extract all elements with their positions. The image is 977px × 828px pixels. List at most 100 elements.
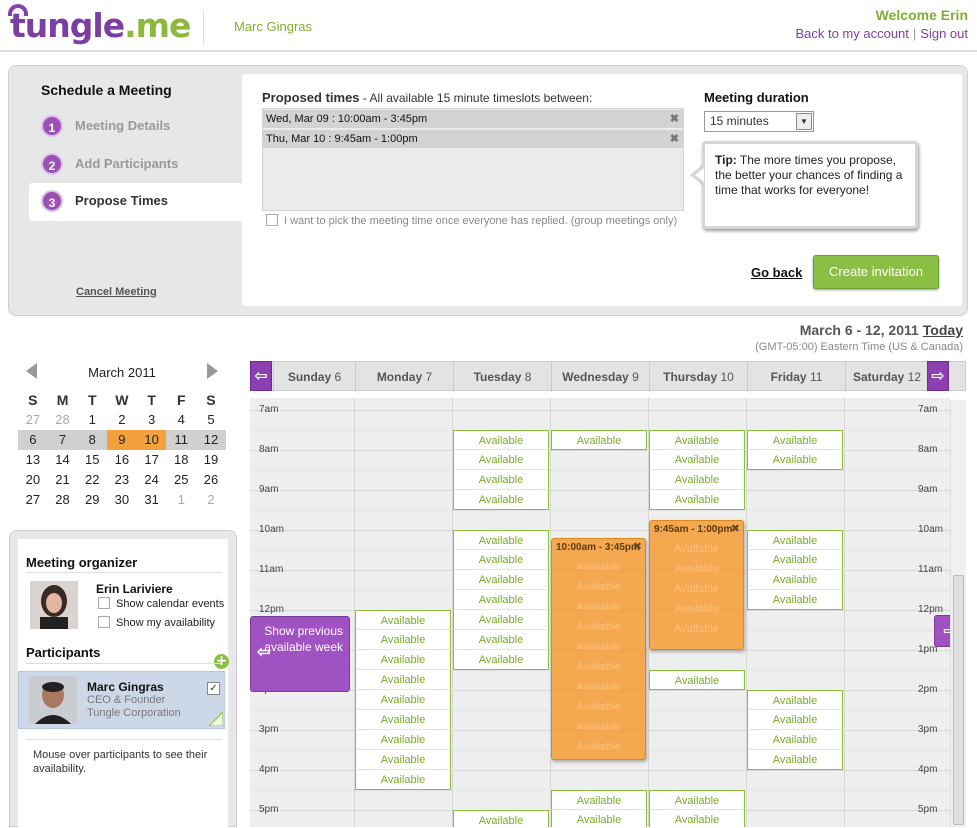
calendar-day[interactable]: 26 <box>196 470 226 490</box>
calendar-day[interactable]: 12 <box>196 430 226 450</box>
available-slot[interactable]: Available <box>453 490 549 510</box>
calendar-day[interactable]: 16 <box>107 450 137 470</box>
day-header-wednesday[interactable]: Wednesday 9 <box>551 362 649 392</box>
calendar-day[interactable]: 29 <box>77 490 107 510</box>
available-slot[interactable]: Available <box>453 630 549 650</box>
calendar-day[interactable]: 7 <box>48 430 78 450</box>
calendar-day[interactable]: 4 <box>166 410 196 430</box>
calendar-day[interactable]: 20 <box>18 470 48 490</box>
calendar-day[interactable]: 27 <box>18 490 48 510</box>
calendar-day[interactable]: 1 <box>77 410 107 430</box>
prev-available-week-button[interactable]: ⇦ Show previous available week <box>250 616 350 692</box>
calendar-day[interactable]: 6 <box>18 430 48 450</box>
available-slot[interactable]: Available <box>747 750 843 770</box>
calendar-day[interactable]: 27 <box>18 410 48 430</box>
today-link[interactable]: Today <box>923 322 963 338</box>
available-slot[interactable]: Available <box>649 490 745 510</box>
calendar-day[interactable]: 14 <box>48 450 78 470</box>
proposed-time-row[interactable]: Thu, Mar 10 : 9:45am - 1:00pm ✖ <box>263 130 683 148</box>
available-slot[interactable]: Available <box>747 690 843 710</box>
calendar-day[interactable]: 23 <box>107 470 137 490</box>
available-slot[interactable]: Available <box>649 790 745 810</box>
day-header-monday[interactable]: Monday 7 <box>355 362 453 392</box>
calendar-day[interactable]: 2 <box>196 490 226 510</box>
available-slot[interactable]: Available <box>551 430 647 450</box>
available-slot[interactable]: Available <box>355 690 451 710</box>
calendar-day[interactable]: 25 <box>166 470 196 490</box>
available-slot[interactable]: Available <box>453 470 549 490</box>
day-header-saturday[interactable]: Saturday 12 <box>845 362 928 392</box>
remove-time-icon[interactable]: ✖ <box>670 110 679 128</box>
calendar-day[interactable]: 24 <box>137 470 167 490</box>
day-header-sunday[interactable]: Sunday 6 <box>273 362 355 392</box>
available-slot[interactable]: Available <box>355 670 451 690</box>
available-slot[interactable]: Available <box>453 530 549 550</box>
calendar-day[interactable]: 8 <box>77 430 107 450</box>
calendar-day[interactable]: 11 <box>166 430 196 450</box>
scrollbar-thumb[interactable] <box>953 575 964 825</box>
tungle-logo[interactable]: tungle.me <box>8 4 191 46</box>
calendar-day[interactable]: 21 <box>48 470 78 490</box>
available-slot[interactable]: Available <box>355 710 451 730</box>
available-slot[interactable]: Available <box>649 470 745 490</box>
calendar-day[interactable]: 30 <box>107 490 137 510</box>
available-slot[interactable]: Available <box>453 590 549 610</box>
available-slot[interactable]: Available <box>649 670 745 690</box>
available-slot[interactable]: Available <box>747 710 843 730</box>
calendar-day[interactable]: 1 <box>166 490 196 510</box>
next-week-arrow-icon[interactable]: ⇨ <box>927 361 949 391</box>
pick-time-option[interactable]: I want to pick the meeting time once eve… <box>266 214 677 227</box>
calendar-day-proposed[interactable]: 9 <box>107 430 137 450</box>
available-slot[interactable]: Available <box>747 590 843 610</box>
go-back-link[interactable]: Go back <box>751 265 802 280</box>
available-slot[interactable]: Available <box>453 570 549 590</box>
available-slot[interactable]: Available <box>453 610 549 630</box>
available-slot[interactable]: Available <box>453 430 549 450</box>
calendar-day[interactable]: 22 <box>77 470 107 490</box>
step-propose-times[interactable]: 3 Propose Times <box>29 183 244 221</box>
close-icon[interactable]: ✖ <box>633 540 642 553</box>
add-participant-icon[interactable]: + <box>214 654 229 669</box>
available-slot[interactable]: Available <box>453 810 549 827</box>
calendar-scrollbar[interactable] <box>950 400 966 827</box>
back-to-account-link[interactable]: Back to my account <box>795 26 908 41</box>
proposed-time-block[interactable]: 10:00am - 3:45pm ✖ Available Available Avail… <box>551 538 646 760</box>
pick-time-checkbox[interactable] <box>266 214 278 226</box>
calendar-day-proposed[interactable]: 10 <box>136 430 167 450</box>
available-slot[interactable]: Available <box>355 650 451 670</box>
available-slot[interactable]: Available <box>649 810 745 827</box>
show-calendar-checkbox[interactable] <box>98 597 110 609</box>
available-slot[interactable]: Available <box>355 750 451 770</box>
calendar-day[interactable]: 3 <box>137 410 167 430</box>
calendar-day[interactable]: 13 <box>18 450 48 470</box>
calendar-day[interactable]: 5 <box>196 410 226 430</box>
day-header-friday[interactable]: Friday 11 <box>747 362 845 392</box>
calendar-day[interactable]: 28 <box>48 490 78 510</box>
available-slot[interactable]: Available <box>649 430 745 450</box>
available-slot[interactable]: Available <box>747 530 843 550</box>
next-month-icon[interactable] <box>207 363 218 379</box>
calendar-day[interactable]: 31 <box>137 490 167 510</box>
available-slot[interactable]: Available <box>453 650 549 670</box>
available-slot[interactable]: Available <box>355 770 451 790</box>
calendar-day[interactable]: 2 <box>107 410 137 430</box>
calendar-day[interactable]: 15 <box>77 450 107 470</box>
show-availability-option[interactable]: Show my availability <box>98 616 215 629</box>
available-slot[interactable]: Available <box>355 730 451 750</box>
available-slot[interactable]: Available <box>747 430 843 450</box>
calendar-day[interactable]: 19 <box>196 450 226 470</box>
cancel-meeting-link[interactable]: Cancel Meeting <box>76 286 157 298</box>
close-icon[interactable]: ✖ <box>731 522 740 535</box>
available-slot[interactable]: Available <box>453 450 549 470</box>
available-slot[interactable]: Available <box>551 810 647 827</box>
available-slot[interactable]: Available <box>747 550 843 570</box>
sign-out-link[interactable]: Sign out <box>920 26 968 41</box>
prev-week-arrow-icon[interactable]: ⇦ <box>250 361 272 391</box>
calendar-day[interactable]: 18 <box>166 450 196 470</box>
dropdown-arrow-icon[interactable]: ▼ <box>796 113 812 130</box>
available-slot[interactable]: Available <box>747 450 843 470</box>
available-slot[interactable]: Available <box>649 450 745 470</box>
day-header-tuesday[interactable]: Tuesday 8 <box>453 362 551 392</box>
available-slot[interactable]: Available <box>453 550 549 570</box>
remove-time-icon[interactable]: ✖ <box>670 130 679 148</box>
